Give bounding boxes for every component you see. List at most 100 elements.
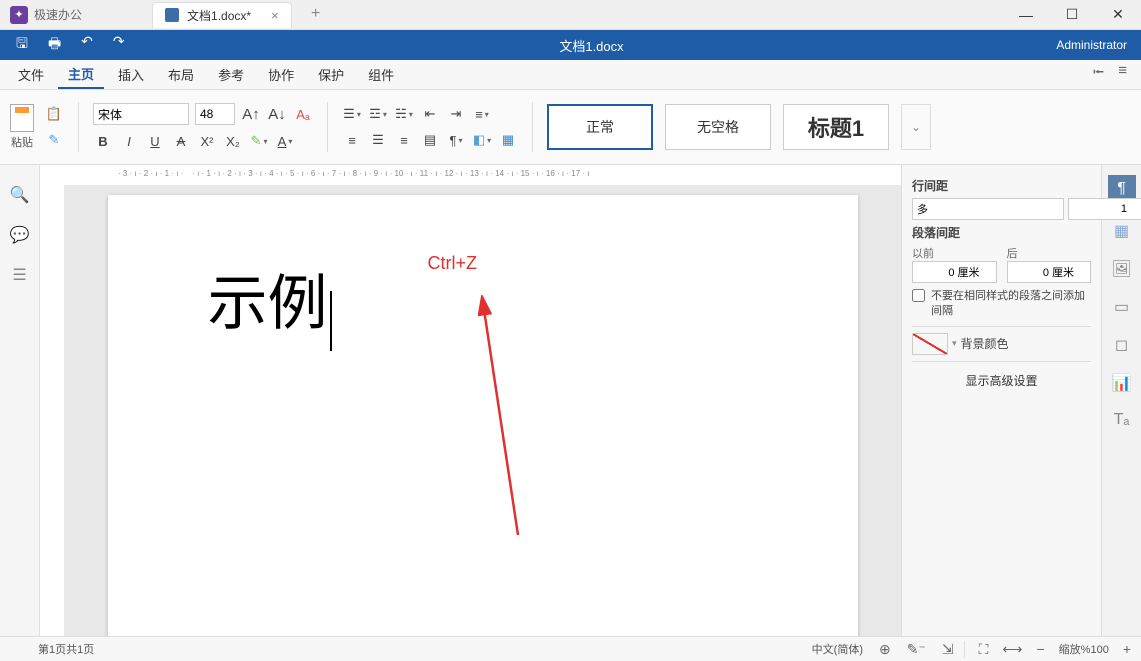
zoom-label[interactable]: 缩放%100 (1059, 641, 1109, 657)
style-heading1[interactable]: 标题1 (783, 104, 889, 150)
save-icon[interactable]: 🖫 (16, 33, 28, 57)
fit-page-icon[interactable]: ⛶ (979, 641, 989, 658)
text-cursor (330, 291, 332, 351)
font-name-select[interactable] (93, 103, 189, 125)
increase-font-icon[interactable]: A↑ (241, 104, 261, 124)
open-file-icon[interactable]: ⭰ (1093, 62, 1104, 87)
document-text[interactable]: 示例 (208, 271, 328, 337)
styles-expand-button[interactable]: ⌄ (901, 104, 931, 150)
minimize-button[interactable]: — (1003, 0, 1049, 30)
align-left-button[interactable]: ≡ (342, 130, 362, 150)
add-tab-button[interactable]: + (304, 2, 328, 26)
textart-panel-icon[interactable]: Tₐ (1114, 411, 1130, 429)
redo-icon[interactable]: ↷ (113, 33, 125, 57)
app-brand: ✦ 极速办公 (0, 0, 92, 29)
font-size-select[interactable] (195, 103, 235, 125)
close-window-button[interactable]: ✕ (1095, 0, 1141, 30)
tab-reference[interactable]: 参考 (208, 61, 254, 88)
tab-protect[interactable]: 保护 (308, 61, 354, 88)
bg-color-label: 背景颜色 (961, 335, 1009, 352)
paragraph-panel: 行间距 段落间距 以前 后 不要在相同样式的段落之间添加间隔 ▾ 背景颜色 显示… (901, 165, 1101, 636)
language-label[interactable]: 中文(简体) (812, 641, 863, 657)
outline-icon[interactable]: ☰ (12, 265, 26, 285)
page-info[interactable]: 第1页共1页 (10, 641, 94, 657)
spacing-after-input[interactable] (1007, 261, 1092, 283)
workspace: 🔍 💬 ☰ · 3 · ı · 2 · ı · 1 · ı · · ı · 1 … (0, 165, 1141, 636)
align-right-button[interactable]: ≡ (394, 130, 414, 150)
highlight-color-button[interactable]: ✎ (249, 131, 269, 151)
tab-collab[interactable]: 协作 (258, 61, 304, 88)
subscript-button[interactable]: X₂ (223, 131, 243, 151)
shape-panel-icon[interactable]: ◻ (1115, 335, 1128, 355)
zoom-in-button[interactable]: + (1123, 641, 1131, 657)
find-icon[interactable]: 🔍 (10, 185, 30, 205)
style-normal[interactable]: 正常 (547, 104, 653, 150)
clipboard-side: 📋 ✎ (44, 104, 64, 150)
tab-component[interactable]: 组件 (358, 61, 404, 88)
justify-button[interactable]: ▤ (420, 130, 440, 150)
strikethrough-button[interactable]: A (171, 131, 191, 151)
maximize-button[interactable]: ☐ (1049, 0, 1095, 30)
bold-button[interactable]: B (93, 131, 113, 151)
borders-button[interactable]: ▦ (498, 130, 518, 150)
zoom-out-button[interactable]: − (1036, 641, 1044, 657)
bg-color-swatch[interactable] (912, 333, 948, 355)
increase-indent-button[interactable]: ⇥ (446, 104, 466, 124)
chart-panel-icon[interactable]: 📊 (1112, 373, 1132, 393)
paste-icon[interactable] (10, 104, 34, 132)
quick-access-bar: 🖫 🖶 ↶ ↷ 文档1.docx Administrator (0, 30, 1141, 60)
decrease-font-icon[interactable]: A↓ (267, 104, 287, 124)
bullets-button[interactable]: ☰ (342, 104, 362, 124)
no-spacing-checkbox[interactable] (912, 289, 925, 302)
tab-home[interactable]: 主页 (58, 60, 104, 89)
close-tab-icon[interactable]: × (271, 8, 279, 23)
decrease-indent-button[interactable]: ⇤ (420, 104, 440, 124)
show-advanced-link[interactable]: 显示高级设置 (912, 372, 1091, 389)
paste-label: 粘贴 (11, 134, 33, 150)
document-scroll[interactable]: 示例 Ctrl+Z (40, 185, 901, 636)
image-panel-icon[interactable]: 🖼 (1111, 259, 1131, 279)
copy-icon[interactable]: 📋 (44, 104, 64, 124)
statusbar: 第1页共1页 中文(简体) ⊕ ✎⁻ ⇲ ⛶ ⟷ − 缩放%100 + (0, 636, 1141, 661)
italic-button[interactable]: I (119, 131, 139, 151)
no-spacing-checkbox-label: 不要在相同样式的段落之间添加间隔 (931, 289, 1091, 320)
header-panel-icon[interactable]: ▭ (1114, 297, 1129, 317)
scroll-sync-icon[interactable]: ⇲ (942, 641, 954, 658)
undo-icon[interactable]: ↶ (81, 33, 93, 57)
table-panel-icon[interactable]: ▦ (1114, 221, 1129, 241)
comments-icon[interactable]: 💬 (10, 225, 30, 245)
document-tab[interactable]: 文档1.docx* × (152, 2, 292, 28)
left-rail: 🔍 💬 ☰ (0, 165, 40, 636)
numbering-button[interactable]: ☲ (368, 104, 388, 124)
shading-button[interactable]: ◧ (472, 130, 492, 150)
line-spacing-button[interactable]: ≡ (472, 104, 492, 124)
separator (532, 102, 533, 152)
underline-button[interactable]: U (145, 131, 165, 151)
horizontal-ruler[interactable]: · 3 · ı · 2 · ı · 1 · ı · · ı · 1 · ı · … (40, 165, 901, 185)
titlebar: ✦ 极速办公 文档1.docx* × + — ☐ ✕ (0, 0, 1141, 30)
style-nospacing[interactable]: 无空格 (665, 104, 771, 150)
track-changes-icon[interactable]: ✎⁻ (907, 641, 926, 658)
spacing-before-input[interactable] (912, 261, 997, 283)
font-color-button[interactable]: A (275, 131, 295, 151)
more-menu-icon[interactable]: ≡ (1118, 62, 1127, 87)
tab-insert[interactable]: 插入 (108, 61, 154, 88)
user-label[interactable]: Administrator (1042, 38, 1141, 52)
tab-file[interactable]: 文件 (8, 61, 54, 88)
spellcheck-icon[interactable]: ⊕ (879, 641, 891, 658)
change-case-icon[interactable]: Aₐ (293, 104, 313, 124)
format-painter-icon[interactable]: ✎ (44, 130, 64, 150)
after-label: 后 (1007, 245, 1092, 261)
tab-layout[interactable]: 布局 (158, 61, 204, 88)
multilevel-list-button[interactable]: ☵ (394, 104, 414, 124)
line-spacing-mode-select[interactable] (912, 198, 1064, 220)
vertical-ruler[interactable] (40, 185, 64, 636)
tab-strip: 文档1.docx* × + (152, 2, 328, 28)
line-spacing-value-input[interactable] (1068, 198, 1141, 220)
fit-width-icon[interactable]: ⟷ (1002, 641, 1022, 658)
superscript-button[interactable]: X² (197, 131, 217, 151)
paragraph-mark-button[interactable]: ¶ (446, 130, 466, 150)
align-center-button[interactable]: ☰ (368, 130, 388, 150)
print-icon[interactable]: 🖶 (48, 33, 61, 57)
page[interactable]: 示例 Ctrl+Z (108, 195, 858, 636)
